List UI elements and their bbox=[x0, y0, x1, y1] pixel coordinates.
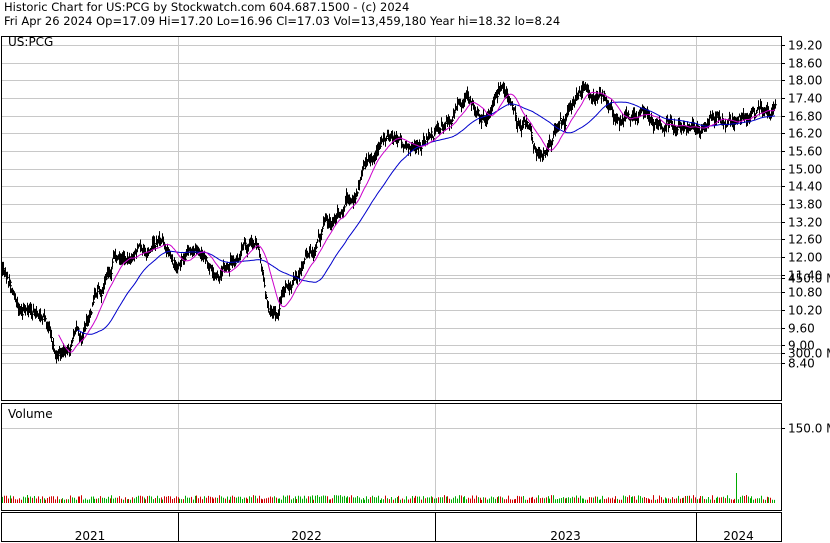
price-grid bbox=[1, 36, 781, 400]
volume-panel-title: Volume bbox=[8, 407, 53, 421]
price-tick-label: 10.80 bbox=[788, 286, 822, 300]
price-tick-label: 15.00 bbox=[788, 163, 822, 177]
price-tick-label: 14.40 bbox=[788, 180, 822, 194]
price-tick-label: 13.80 bbox=[788, 198, 822, 212]
time-axis-labels: 2021 2022 2023 2024 bbox=[75, 529, 754, 543]
price-tick-label: 13.20 bbox=[788, 216, 822, 230]
volume-tick-label: 150.0 M bbox=[788, 422, 830, 436]
price-tick-label: 12.00 bbox=[788, 251, 822, 265]
year-label: 2024 bbox=[723, 529, 754, 543]
year-label: 2021 bbox=[75, 529, 106, 543]
price-tick-label: 10.20 bbox=[788, 304, 822, 318]
price-tick-label: 18.60 bbox=[788, 57, 822, 71]
volume-panel-frame bbox=[1, 403, 782, 511]
price-tick-label: 12.60 bbox=[788, 233, 822, 247]
price-axis-ticks: 19.20 18.60 18.00 17.40 16.80 16.20 15.60 15.00… bbox=[781, 39, 822, 371]
stock-chart: 19.20 18.60 18.00 17.40 16.80 16.20 15.60 15.00… bbox=[1, 35, 830, 543]
year-label: 2023 bbox=[550, 529, 581, 543]
volume-tick-label: 300.0 M bbox=[788, 347, 830, 361]
price-tick-label: 15.60 bbox=[788, 145, 822, 159]
price-tick-label: 17.40 bbox=[788, 92, 822, 106]
price-tick-label: 9.60 bbox=[788, 322, 815, 336]
price-tick-label: 16.20 bbox=[788, 127, 822, 141]
price-tick-label: 16.80 bbox=[788, 110, 822, 124]
price-tick-label: 19.20 bbox=[788, 39, 822, 53]
volume-grid bbox=[1, 278, 781, 510]
volume-tick-label: 450.0 M bbox=[788, 272, 830, 286]
symbol-label: US:PCG bbox=[8, 35, 53, 49]
year-label: 2022 bbox=[291, 529, 322, 543]
panel-frames bbox=[1, 36, 782, 542]
time-axis-frame bbox=[1, 512, 782, 542]
price-tick-label: 18.00 bbox=[788, 74, 822, 88]
volume-bars bbox=[2, 473, 775, 503]
